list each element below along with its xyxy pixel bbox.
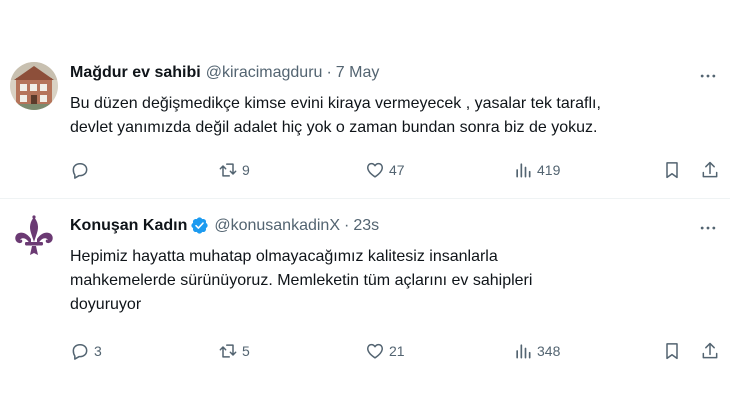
bookmark-icon [666, 162, 678, 179]
fleur-de-lis-icon [10, 213, 58, 261]
like-icon [367, 162, 383, 178]
reply-icon [72, 344, 88, 360]
like-count: 21 [389, 343, 405, 359]
reply-button[interactable]: 3 [70, 339, 102, 363]
author-name[interactable]: Konuşan Kadın [70, 217, 187, 235]
action-bar: 9 47 419 [0, 158, 730, 182]
retweet-icon [219, 163, 237, 177]
bookmark-button[interactable] [662, 158, 682, 182]
tweet-header: Konuşan Kadın @konusankadinX · 23s [70, 216, 379, 235]
separator: · [344, 216, 350, 234]
tweet-text-line: mahkemelerde sürünüyoruz. Memleketin tüm… [70, 272, 533, 289]
avatar-fleur-de-lis[interactable] [10, 213, 58, 261]
timestamp[interactable]: 23s [353, 217, 379, 235]
retweet-button[interactable]: 5 [218, 339, 250, 363]
author-name[interactable]: Mağdur ev sahibi [70, 64, 201, 82]
share-icon [702, 161, 718, 178]
reply-count: 3 [94, 343, 102, 359]
like-count: 47 [389, 162, 405, 178]
share-button[interactable] [700, 339, 720, 363]
bookmark-button[interactable] [662, 339, 682, 363]
more-button[interactable] [696, 216, 720, 240]
author-handle[interactable]: @kiracimagduru [206, 64, 323, 82]
action-bar: 3 5 21 348 [0, 339, 730, 363]
like-button[interactable]: 21 [365, 339, 405, 363]
views-icon [516, 344, 531, 359]
reply-icon [72, 163, 88, 179]
like-icon [367, 343, 383, 359]
reply-button[interactable] [70, 158, 94, 182]
more-icon [700, 226, 716, 230]
views-button[interactable]: 419 [513, 158, 560, 182]
tweet-text-line: Hepimiz hayatta muhatap olmayacağımız ka… [70, 248, 498, 265]
like-button[interactable]: 47 [365, 158, 405, 182]
verified-badge-icon[interactable] [190, 216, 209, 235]
retweet-button[interactable]: 9 [218, 158, 250, 182]
separator: · [326, 64, 332, 81]
more-icon [700, 74, 716, 78]
views-count: 419 [537, 162, 561, 178]
retweet-count: 5 [242, 343, 250, 359]
retweet-icon [219, 344, 237, 358]
timestamp[interactable]: 7 May [336, 64, 380, 82]
tweet-1[interactable]: Mağdur ev sahibi @kiracimagduru · 7 May … [0, 0, 730, 199]
share-icon [702, 342, 718, 359]
views-count: 348 [537, 343, 561, 359]
views-icon [516, 163, 531, 178]
share-button[interactable] [700, 158, 720, 182]
tweet-text-line: Bu düzen değişmedikçe kimse evini kiraya… [70, 95, 601, 112]
author-handle[interactable]: @konusankadinX [214, 217, 340, 235]
avatar-house[interactable] [10, 62, 58, 110]
tweet-text-line: doyuruyor [70, 296, 142, 313]
tweet-text: Hepimiz hayatta muhatap olmayacağımız ka… [70, 245, 720, 317]
views-button[interactable]: 348 [513, 339, 560, 363]
more-button[interactable] [696, 64, 720, 88]
tweet-header: Mağdur ev sahibi @kiracimagduru · 7 May [70, 64, 379, 82]
retweet-count: 9 [242, 162, 250, 178]
bookmark-icon [666, 343, 678, 360]
house-photo-icon [10, 62, 58, 110]
tweet-2[interactable]: Konuşan Kadın @konusankadinX · 23s Hepim… [0, 199, 730, 420]
tweet-text-line: devlet yanımızda değil adalet hiç yok o … [70, 119, 598, 136]
tweet-text: Bu düzen değişmedikçe kimse evini kiraya… [70, 92, 720, 140]
